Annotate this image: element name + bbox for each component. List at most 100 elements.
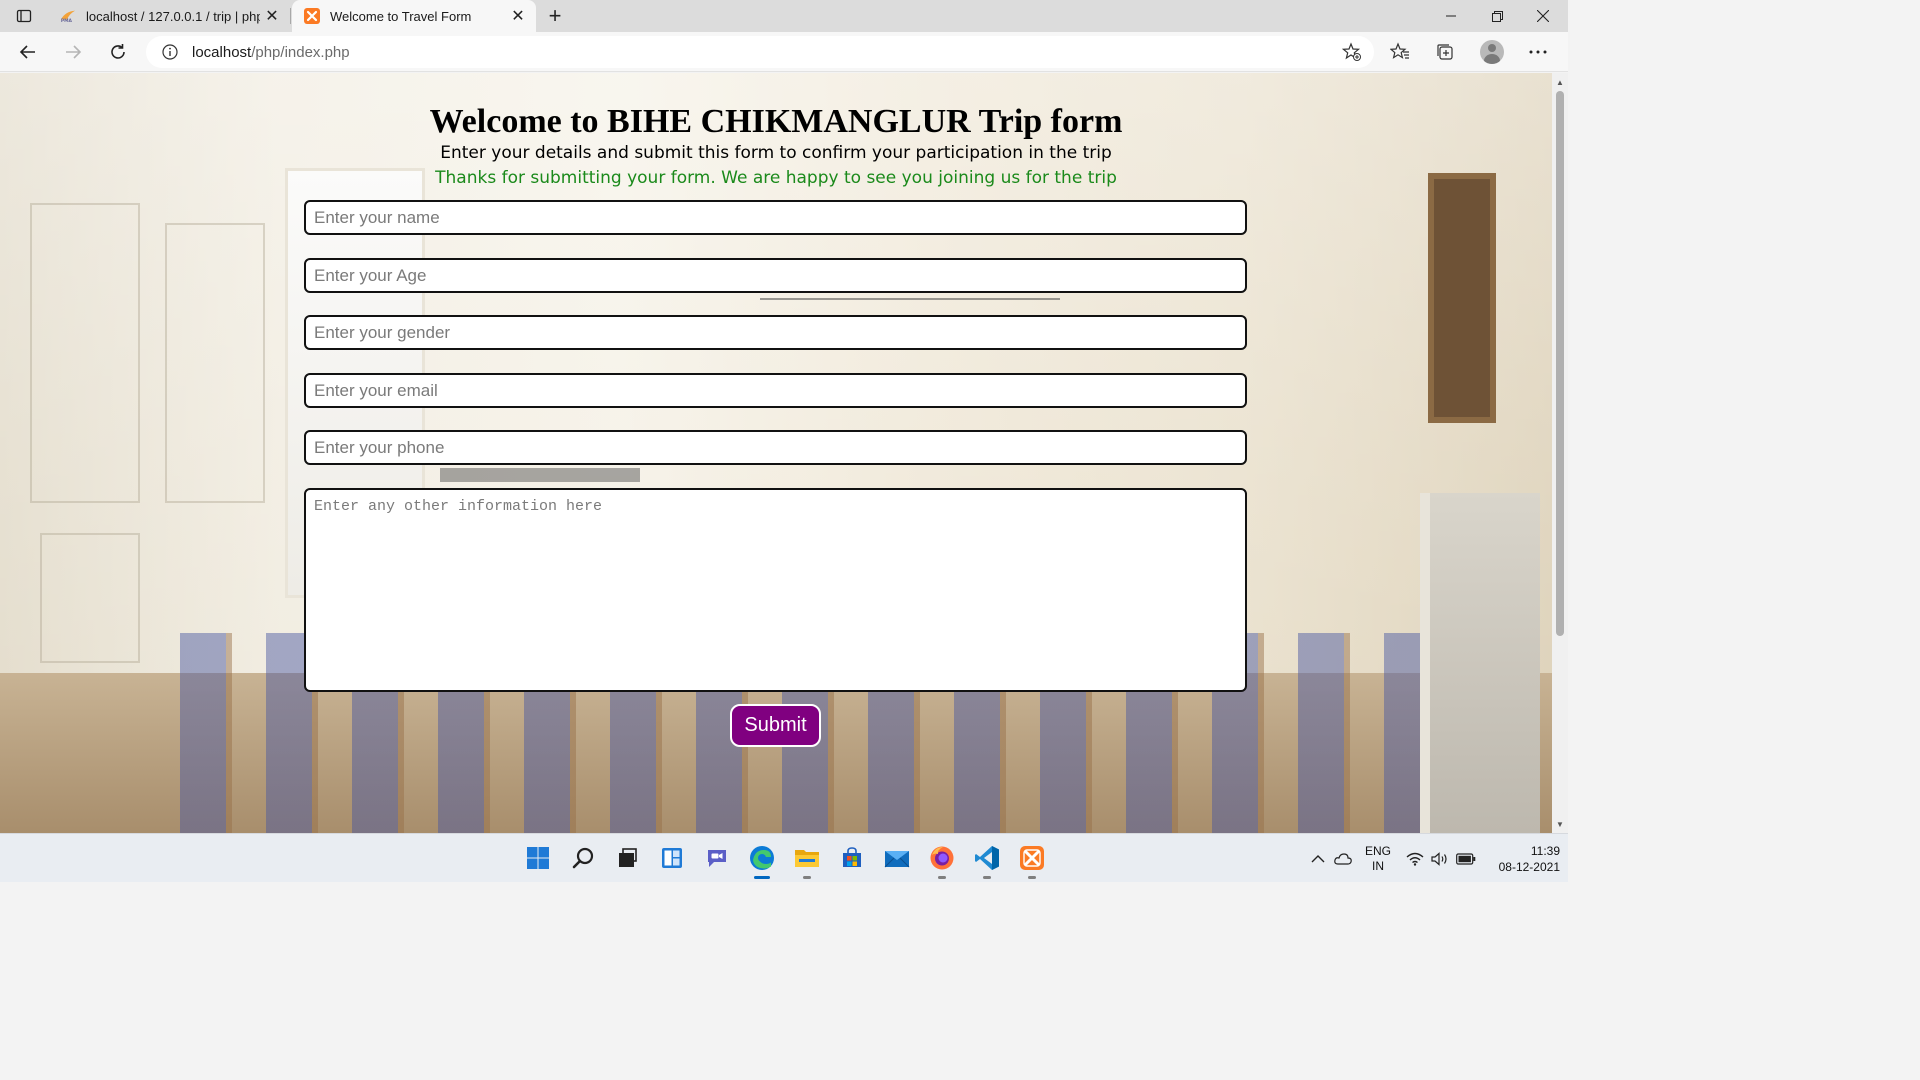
tab-actions-button[interactable] [8, 4, 40, 28]
clock-date: 08-12-2021 [1498, 859, 1560, 874]
wall-panel [40, 533, 140, 663]
file-explorer-button[interactable] [791, 842, 823, 879]
forward-button[interactable] [57, 36, 89, 68]
task-view-icon [619, 848, 637, 867]
edge-taskbar-button[interactable] [746, 842, 778, 879]
favorites-button[interactable] [1384, 36, 1416, 68]
xampp-icon [1020, 846, 1044, 870]
tab-strip: PMA localhost / 127.0.0.1 / trip | phpMy… [0, 0, 1568, 32]
scroll-down-icon[interactable]: ▼ [1552, 817, 1568, 831]
collections-button[interactable] [1429, 36, 1461, 68]
page-scrollbar[interactable]: ▲ ▼ [1552, 73, 1568, 833]
refresh-button[interactable] [102, 36, 134, 68]
tab-separator [290, 8, 291, 24]
wall-panel [165, 223, 265, 503]
language-indicator[interactable]: ENG IN [1360, 834, 1396, 883]
search-button[interactable] [567, 842, 599, 874]
scrollbar-thumb[interactable] [1556, 91, 1564, 636]
success-message: Thanks for submitting your form. We are … [435, 168, 1117, 188]
submit-button[interactable]: Submit [730, 704, 821, 747]
phone-input[interactable] [304, 430, 1247, 465]
close-tab-icon[interactable]: ✕ [260, 4, 284, 28]
gender-input[interactable] [304, 315, 1247, 350]
page-viewport: Welcome to BIHE CHIKMANGLUR Trip form En… [0, 73, 1552, 833]
close-window-button[interactable] [1520, 0, 1566, 32]
start-icon [527, 847, 549, 869]
plus-icon: + [548, 3, 562, 28]
browser-toolbar: localhost/php/index.php [0, 32, 1568, 72]
region-code: IN [1372, 858, 1384, 873]
widgets-icon [662, 848, 682, 868]
start-button[interactable] [522, 842, 554, 874]
star-add-icon [1342, 42, 1361, 61]
chevron-up-icon [1311, 854, 1325, 862]
cloud-icon [1334, 852, 1352, 865]
profile-button[interactable] [1476, 36, 1508, 68]
restore-button[interactable] [1474, 0, 1520, 32]
vscode-button[interactable] [971, 842, 1003, 879]
collections-icon [1437, 44, 1453, 60]
wifi-icon [1406, 852, 1424, 866]
avatar [1480, 40, 1504, 64]
running-indicator [938, 876, 946, 879]
running-indicator [754, 876, 770, 879]
mail-icon [884, 851, 910, 868]
name-input[interactable] [304, 200, 1247, 235]
other-info-textarea[interactable] [304, 488, 1247, 692]
firefox-icon [930, 846, 954, 870]
minimize-button[interactable] [1428, 0, 1474, 32]
pma-icon: PMA [60, 8, 76, 24]
more-icon [1529, 50, 1547, 54]
new-tab-button[interactable]: + [542, 3, 568, 28]
network-button[interactable] [1404, 834, 1426, 883]
chat-icon [708, 850, 726, 867]
close-tab-icon[interactable]: ✕ [506, 4, 530, 28]
xampp-icon [304, 8, 320, 24]
task-view-button[interactable] [611, 842, 643, 874]
firefox-button[interactable] [926, 842, 958, 879]
tab-phpmyadmin[interactable]: PMA localhost / 127.0.0.1 / trip | phpMy… [48, 0, 290, 32]
clock-time: 11:39 [1530, 843, 1560, 858]
url-path: /php/index.php [251, 43, 350, 61]
scroll-up-icon[interactable]: ▲ [1552, 75, 1568, 89]
tab-actions-icon [16, 9, 32, 23]
file-explorer-icon [795, 850, 819, 867]
wall-panel [30, 203, 140, 503]
refresh-icon [111, 44, 125, 59]
arrow-left-icon [19, 45, 35, 59]
tab-title: localhost / 127.0.0.1 / trip | phpMyAdmi… [86, 8, 260, 24]
language-code: ENG [1364, 843, 1391, 858]
volume-button[interactable] [1429, 834, 1451, 883]
site-info-icon[interactable] [160, 42, 180, 62]
store-button[interactable] [836, 842, 868, 874]
back-button[interactable] [12, 36, 44, 68]
url-text: localhost/php/index.php [192, 44, 350, 61]
address-bar[interactable]: localhost/php/index.php [146, 36, 1374, 68]
xampp-button[interactable] [1016, 842, 1048, 879]
search-icon [572, 847, 594, 869]
page-subtitle: Enter your details and submit this form … [440, 143, 1112, 163]
mail-button[interactable] [881, 842, 913, 874]
store-icon [843, 847, 861, 867]
running-indicator [1028, 876, 1036, 879]
tab-travel-form[interactable]: Welcome to Travel Form ✕ [292, 0, 536, 32]
age-input[interactable] [304, 258, 1247, 293]
clock[interactable]: 11:39 08-12-2021 [1484, 834, 1560, 883]
running-indicator [983, 876, 991, 879]
vscode-icon [975, 846, 999, 870]
settings-menu-button[interactable] [1522, 36, 1554, 68]
show-hidden-icons-button[interactable] [1306, 834, 1330, 883]
edge-icon [750, 846, 774, 870]
restore-icon [1491, 10, 1503, 22]
taskbar: ENG IN 11:39 08-12-2021 [0, 833, 1568, 882]
running-indicator [803, 876, 811, 879]
email-input[interactable] [304, 373, 1247, 408]
battery-button[interactable] [1454, 834, 1478, 883]
onedrive-button[interactable] [1331, 834, 1355, 883]
speaker-icon [1431, 851, 1447, 866]
chat-button[interactable] [701, 842, 733, 874]
url-host: localhost [192, 43, 252, 61]
widgets-button[interactable] [656, 842, 688, 874]
add-favorite-button[interactable] [1340, 40, 1364, 64]
page-title: Welcome to BIHE CHIKMANGLUR Trip form [429, 103, 1123, 140]
